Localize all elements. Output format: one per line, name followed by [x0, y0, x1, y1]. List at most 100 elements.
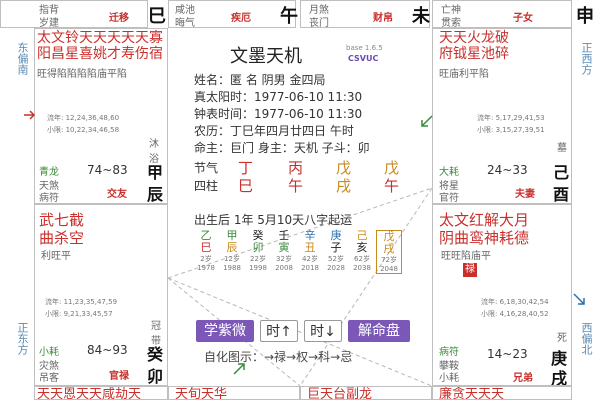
- palace-hai-stars: 廉贪天天天: [439, 387, 505, 400]
- dayun-col-4[interactable]: 壬 寅 32岁 2008: [272, 230, 296, 273]
- dayun-age: 62岁: [354, 255, 370, 263]
- palace-wu[interactable]: 咸池 晦气 疾厄: [168, 0, 296, 28]
- palace-wu-branch: 午: [280, 6, 298, 27]
- dayun-year: 2028: [327, 264, 345, 272]
- palace-mao-stars-row2: 曲杀空: [39, 229, 85, 247]
- palace-you-stars-row2: 府钺星池碎: [439, 46, 509, 62]
- dayun-age: 32岁: [276, 255, 292, 263]
- sizhu-branch-1: 巳: [238, 177, 254, 195]
- palace-chen[interactable]: 太文铃天天天天天寡 阳昌星喜姚才寿伤宿 旺得陷陷陷陷庙平陷 流年: 12,24,…: [34, 28, 168, 204]
- palace-mao-name: 官禄: [109, 371, 129, 382]
- palace-you-brightness: 旺庙利平陷: [439, 69, 489, 80]
- palace-wei-name: 财帛: [373, 13, 393, 24]
- palace-xu-name: 兄弟: [513, 373, 533, 384]
- palace-wu-name: 疾厄: [231, 13, 251, 24]
- palace-chen-liunian: 流年: 12,24,36,48,60: [47, 114, 120, 122]
- palace-you-range: 24~33: [487, 163, 528, 177]
- app-version: base 1.6.5: [346, 44, 383, 52]
- palace-chen-stars-row2: 阳昌星喜姚才寿伤宿: [37, 46, 163, 62]
- palace-xu-xiaoxian: 小限: 4,16,28,40,52: [481, 310, 549, 318]
- palace-wei-branch: 未: [412, 6, 430, 27]
- center-panel: 文墨天机 base 1.6.5 CSVUC 姓名：匿 名 阴男 金四局 真太阳时…: [168, 28, 432, 386]
- clock-time-line: 钟表时间：1977-06-10 11:30: [194, 107, 363, 121]
- dayun-branch: 卯: [252, 241, 264, 254]
- sizhu-branch-2: 午: [288, 177, 304, 195]
- palace-you[interactable]: 天天火龙破 府钺星池碎 旺庙利平陷 流年: 5,17,29,41,53 小限: …: [432, 28, 572, 204]
- dayun-year: 2018: [301, 264, 319, 272]
- palace-shen-sub: 贯索: [441, 18, 461, 28]
- dayun-col-2[interactable]: 甲 辰 12岁 1988: [220, 230, 244, 273]
- solar-time-line: 真太阳时：1977-06-10 11:30: [194, 90, 363, 104]
- dayun-branch: 戌: [383, 242, 395, 255]
- hour-next-button[interactable]: 时↓: [304, 320, 342, 342]
- dayun-col-5[interactable]: 辛 丑 42岁 2018: [298, 230, 322, 273]
- app-title: 文墨天机: [230, 46, 302, 67]
- palace-xu-god-1: 病符: [439, 347, 459, 358]
- palace-chen-name: 交友: [107, 189, 127, 200]
- dayun-col-1[interactable]: 乙 巳 2岁 1978: [194, 230, 218, 273]
- direction-left-bottom: 正东方: [16, 322, 29, 355]
- palace-chen-god-3: 病符: [39, 193, 59, 204]
- interpret-chart-button[interactable]: 解命盘: [348, 320, 410, 342]
- palace-xu-brightness: 旺旺陷庙平: [441, 251, 491, 262]
- palace-wei[interactable]: 月煞 丧门 财帛: [300, 0, 430, 28]
- palace-shen-branch: 申: [576, 6, 594, 27]
- dayun-age: 22岁: [250, 255, 266, 263]
- dayun-col-8[interactable]: 戊 戌 72岁 2048: [376, 230, 402, 274]
- qiyun-line: 出生后 1年 5月10天八字起运: [194, 213, 353, 227]
- palace-wu-sub: 晦气: [175, 18, 195, 28]
- palace-wei-sub: 丧门: [309, 18, 329, 28]
- palace-you-changsheng: 墓: [557, 143, 567, 154]
- palace-xu-stars-row2: 阴曲鸾神耗德: [439, 229, 530, 247]
- hour-prev-button[interactable]: 时↑: [260, 320, 298, 342]
- palace-mao[interactable]: 武七截 曲杀空 利旺平 流年: 11,23,35,47,59 小限: 9,21,…: [34, 204, 168, 386]
- palace-si-name: 迁移: [109, 13, 129, 24]
- palace-chou[interactable]: 天旬天华: [168, 386, 300, 400]
- palace-xu-range: 14~23: [487, 347, 528, 361]
- palace-xu-liunian: 流年: 6,18,30,42,54: [481, 298, 549, 306]
- dayun-year: 1998: [249, 264, 267, 272]
- dayun-branch: 丑: [304, 241, 316, 254]
- self-transform-legend: 自化图示：→禄→权→科→忌: [204, 350, 353, 364]
- palace-zi-stars: 巨天台副龙: [307, 387, 373, 400]
- palace-mao-god-1: 小耗: [39, 347, 59, 358]
- palace-chen-branch: 辰: [147, 185, 164, 204]
- palace-xu-god-3: 小耗: [439, 373, 459, 384]
- palace-chen-brightness: 旺得陷陷陷陷庙平陷: [37, 69, 127, 80]
- dayun-branch: 子: [330, 241, 342, 254]
- learn-ziwei-button[interactable]: 学紫微: [196, 320, 254, 342]
- dayun-col-6[interactable]: 庚 子 52岁 2028: [324, 230, 348, 273]
- dayun-year: 2008: [275, 264, 293, 272]
- palace-xu[interactable]: 太文红解大月 阴曲鸾神耗德 旺旺陷庙平 禄 流年: 6,18,30,42,54 …: [432, 204, 572, 386]
- app-brand: CSVUC: [348, 54, 379, 63]
- dayun-branch: 巳: [200, 241, 212, 254]
- palace-si-branch: 巳: [148, 6, 166, 27]
- palace-you-branch: 酉: [553, 185, 570, 204]
- palace-chen-range: 74~83: [87, 163, 128, 177]
- palace-shen[interactable]: 亡神 贯索 子女: [432, 0, 572, 28]
- dayun-age: 72岁: [381, 256, 397, 264]
- palace-xu-branch: 戌: [551, 369, 568, 386]
- dayun-branch: 寅: [278, 241, 290, 254]
- dayun-branch: 辰: [226, 241, 238, 254]
- palace-you-liunian: 流年: 5,17,29,41,53: [477, 114, 545, 122]
- sizhu-branch-3: 戌: [336, 177, 352, 195]
- palace-zi[interactable]: 巨天台副龙: [300, 386, 432, 400]
- dayun-col-3[interactable]: 癸 卯 22岁 1998: [246, 230, 270, 273]
- lunar-line: 农历：丁巳年四月廿四日 午时: [194, 124, 354, 138]
- palace-mao-stem: 癸: [147, 345, 164, 364]
- palace-you-name: 夫妻: [515, 189, 535, 200]
- palace-chen-stars-row1: 太文铃天天天天天寡: [37, 30, 163, 46]
- dayun-year: 2038: [353, 264, 371, 272]
- sizhu-label: 四柱: [194, 179, 219, 193]
- palace-xu-lu-badge: 禄: [463, 263, 477, 277]
- palace-hai[interactable]: 廉贪天天天: [432, 386, 572, 400]
- dayun-col-7[interactable]: 己 亥 62岁 2038: [350, 230, 374, 273]
- palace-you-stem: 己: [553, 163, 570, 182]
- sizhu-branch-4: 午: [384, 177, 400, 195]
- palace-si[interactable]: 指背 岁建 迁移: [0, 0, 148, 28]
- palace-yin[interactable]: 天天恩天天咸劫天: [34, 386, 168, 400]
- dayun-year: 1988: [223, 264, 241, 272]
- dayun-age: 12岁: [224, 255, 240, 263]
- palace-chou-stars: 天旬天华: [175, 387, 228, 400]
